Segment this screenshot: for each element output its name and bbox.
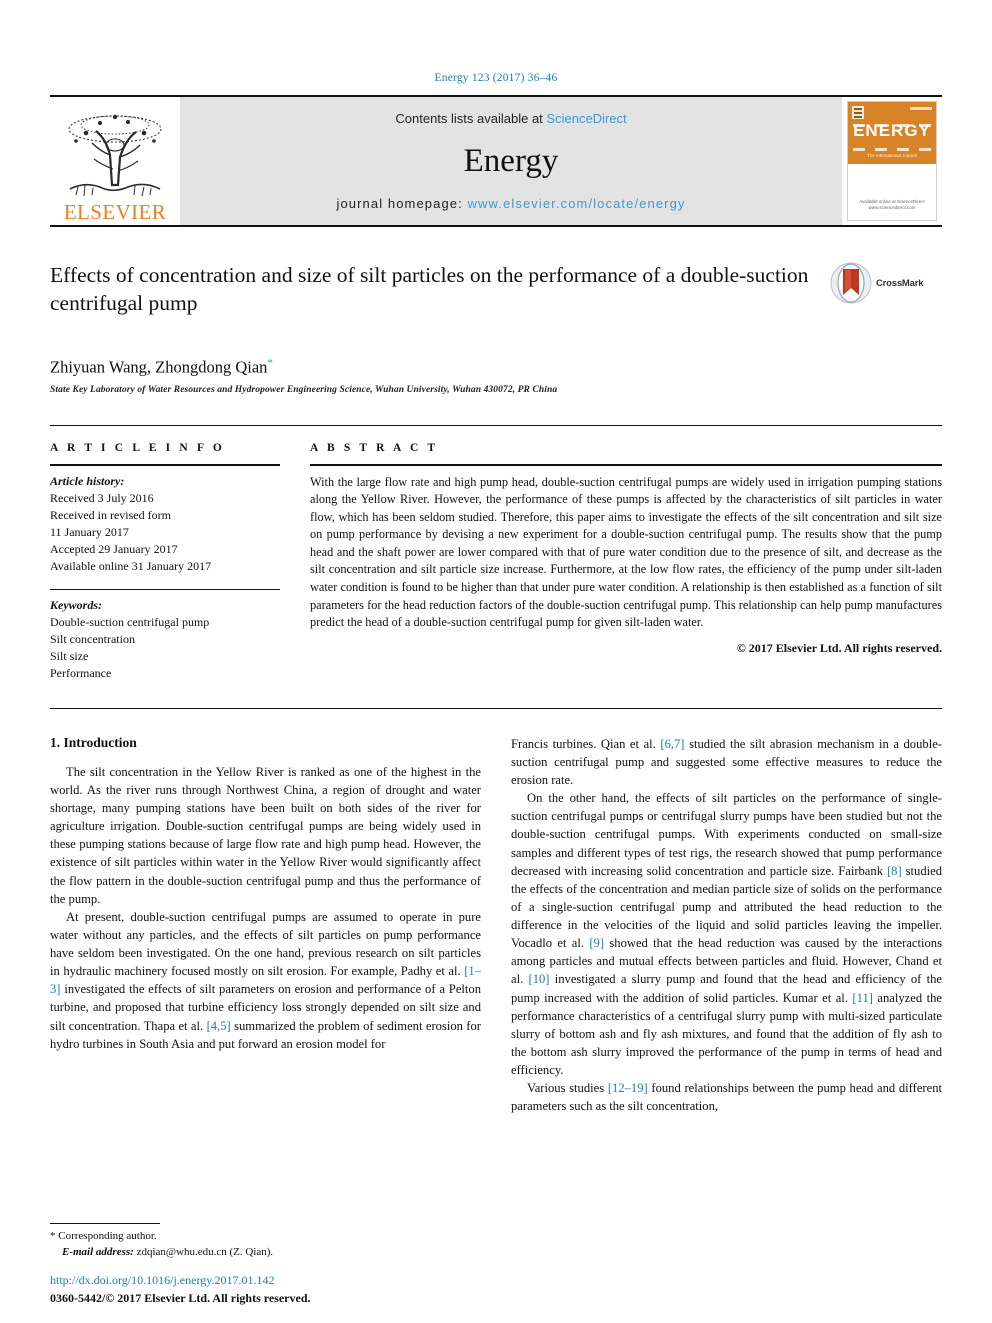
issn-copyright: 0360-5442/© 2017 Elsevier Ltd. All right… [50,1291,311,1305]
citation-link[interactable]: [9] [589,936,604,950]
homepage-line: journal homepage: www.elsevier.com/locat… [336,196,685,211]
divider [50,1223,160,1225]
paragraph: Francis turbines. Qian et al. [6,7] stud… [511,735,942,789]
title-block: Effects of concentration and size of sil… [50,261,942,337]
cover-lower-area: Available online at ScienceDirect www.sc… [848,164,936,219]
citation-link[interactable]: [6,7] [660,737,684,751]
affiliation: State Key Laboratory of Water Resources … [50,384,558,395]
email-owner: (Z. Qian). [229,1246,274,1259]
paragraph: Various studies [12–19] found relationsh… [511,1079,942,1115]
journal-title: Energy [463,142,559,179]
citation-link[interactable]: [12–19] [608,1081,648,1095]
citation-link[interactable]: [10] [529,972,550,986]
author-names: Zhiyuan Wang, Zhongdong Qian [50,357,268,377]
body-column-right: Francis turbines. Qian et al. [6,7] stud… [511,735,942,1116]
cover-subtitle: The International Journal [867,153,917,158]
article-info-column: A R T I C L E I N F O Article history: R… [50,442,280,682]
running-head: Energy 123 (2017) 36–46 [434,72,558,84]
keyword-item: Silt concentration [50,631,135,646]
history-item: Accepted 29 January 2017 [50,541,178,556]
journal-banner: Contents lists available at ScienceDirec… [180,97,842,225]
citation-link[interactable]: [11] [852,991,873,1005]
divider [50,707,942,709]
email-link[interactable]: zdqian@whu.edu.cn [137,1246,227,1258]
history-item: Available online 31 January 2017 [50,558,212,573]
doi-link[interactable]: http://dx.doi.org/10.1016/j.energy.2017.… [50,1271,550,1289]
footnote-star: * [50,1230,56,1243]
article-history-label: Article history: [50,473,125,488]
footer-block: http://dx.doi.org/10.1016/j.energy.2017.… [50,1271,550,1307]
abstract-heading: A B S T R A C T [310,441,439,454]
crossmark-icon [830,262,872,304]
info-abstract-row: A R T I C L E I N F O Article history: R… [50,424,942,682]
divider [50,588,280,590]
article-info-heading: A R T I C L E I N F O [50,441,225,454]
elsevier-tree-icon [68,114,162,197]
keyword-item: Silt size [50,648,89,663]
contents-line: Contents lists available at ScienceDirec… [395,111,626,126]
paragraph-text: Francis turbines. Qian et al. [511,736,661,751]
corresponding-author-text: Corresponding author. [58,1230,157,1243]
paragraph-text: On the other hand, the effects of silt p… [511,791,942,878]
divider [310,463,942,466]
elsevier-wordmark: ELSEVIER [63,200,167,224]
crossmark-label: CrossMark [876,277,924,289]
corresponding-author-note: * Corresponding author. [50,1229,470,1245]
email-note: E-mail address: zdqian@whu.edu.cn (Z. Qi… [50,1245,470,1261]
divider [50,463,280,466]
keyword-item: Performance [50,665,112,680]
crossmark-badge[interactable]: CrossMark [830,261,942,305]
citation-link[interactable]: [4,5] [207,1019,231,1033]
abstract-text: With the large flow rate and high pump h… [310,474,942,630]
keywords-label: Keywords: [50,597,102,612]
author-list: Zhiyuan Wang, Zhongdong Qian* [50,357,942,378]
journal-cover-thumbnail: ENERGY The International Journal Availab… [847,101,937,221]
elsevier-logo: ELSEVIER [50,97,180,225]
sciencedirect-link[interactable]: ScienceDirect [546,111,626,126]
paragraph-text: Various studies [527,1081,608,1096]
body-columns: 1. Introduction The silt concentration i… [50,735,942,1116]
footnote-block: * Corresponding author. E-mail address: … [50,1223,470,1261]
cover-corner-text [910,107,932,110]
cover-text-row-bottom [853,148,931,151]
contents-prefix: Contents lists available at [395,111,543,126]
homepage-label: journal homepage: [336,196,463,211]
paragraph: The silt concentration in the Yellow Riv… [50,764,481,906]
article-page: Energy 123 (2017) 36–46 ELSEVIER Content… [0,0,992,1323]
history-item: Received in revised form [50,507,171,522]
journal-cover-wrap: ENERGY The International Journal Availab… [842,97,942,225]
abstract-copyright: © 2017 Elsevier Ltd. All rights reserved… [736,640,942,655]
abstract-column: A B S T R A C T With the large flow rate… [310,442,942,682]
citation-link[interactable]: [8] [887,864,902,878]
corresponding-author-marker[interactable]: * [267,357,273,369]
history-item: Received 3 July 2016 [50,490,154,505]
cover-top-band: ENERGY The International Journal [848,102,936,164]
cover-journal-title: ENERGY [853,121,931,140]
cover-badge-icon [852,106,864,119]
journal-masthead: ELSEVIER Contents lists available at Sci… [50,95,942,227]
homepage-link[interactable]: www.elsevier.com/locate/energy [468,196,686,211]
keyword-item: Double-suction centrifugal pump [50,614,210,629]
email-address-label: E-mail address: [62,1246,134,1259]
paragraph-text: At present, double-suction centrifugal p… [50,909,481,979]
cover-footer-text: Available online at ScienceDirect www.sc… [859,198,925,211]
paragraph: On the other hand, the effects of silt p… [511,789,942,1079]
paragraph: At present, double-suction centrifugal p… [50,908,481,1053]
page-title: Effects of concentration and size of sil… [50,263,809,316]
body-column-left: 1. Introduction The silt concentration i… [50,735,481,1116]
history-item: 11 January 2017 [50,524,129,539]
section-heading-introduction: 1. Introduction [50,734,137,750]
